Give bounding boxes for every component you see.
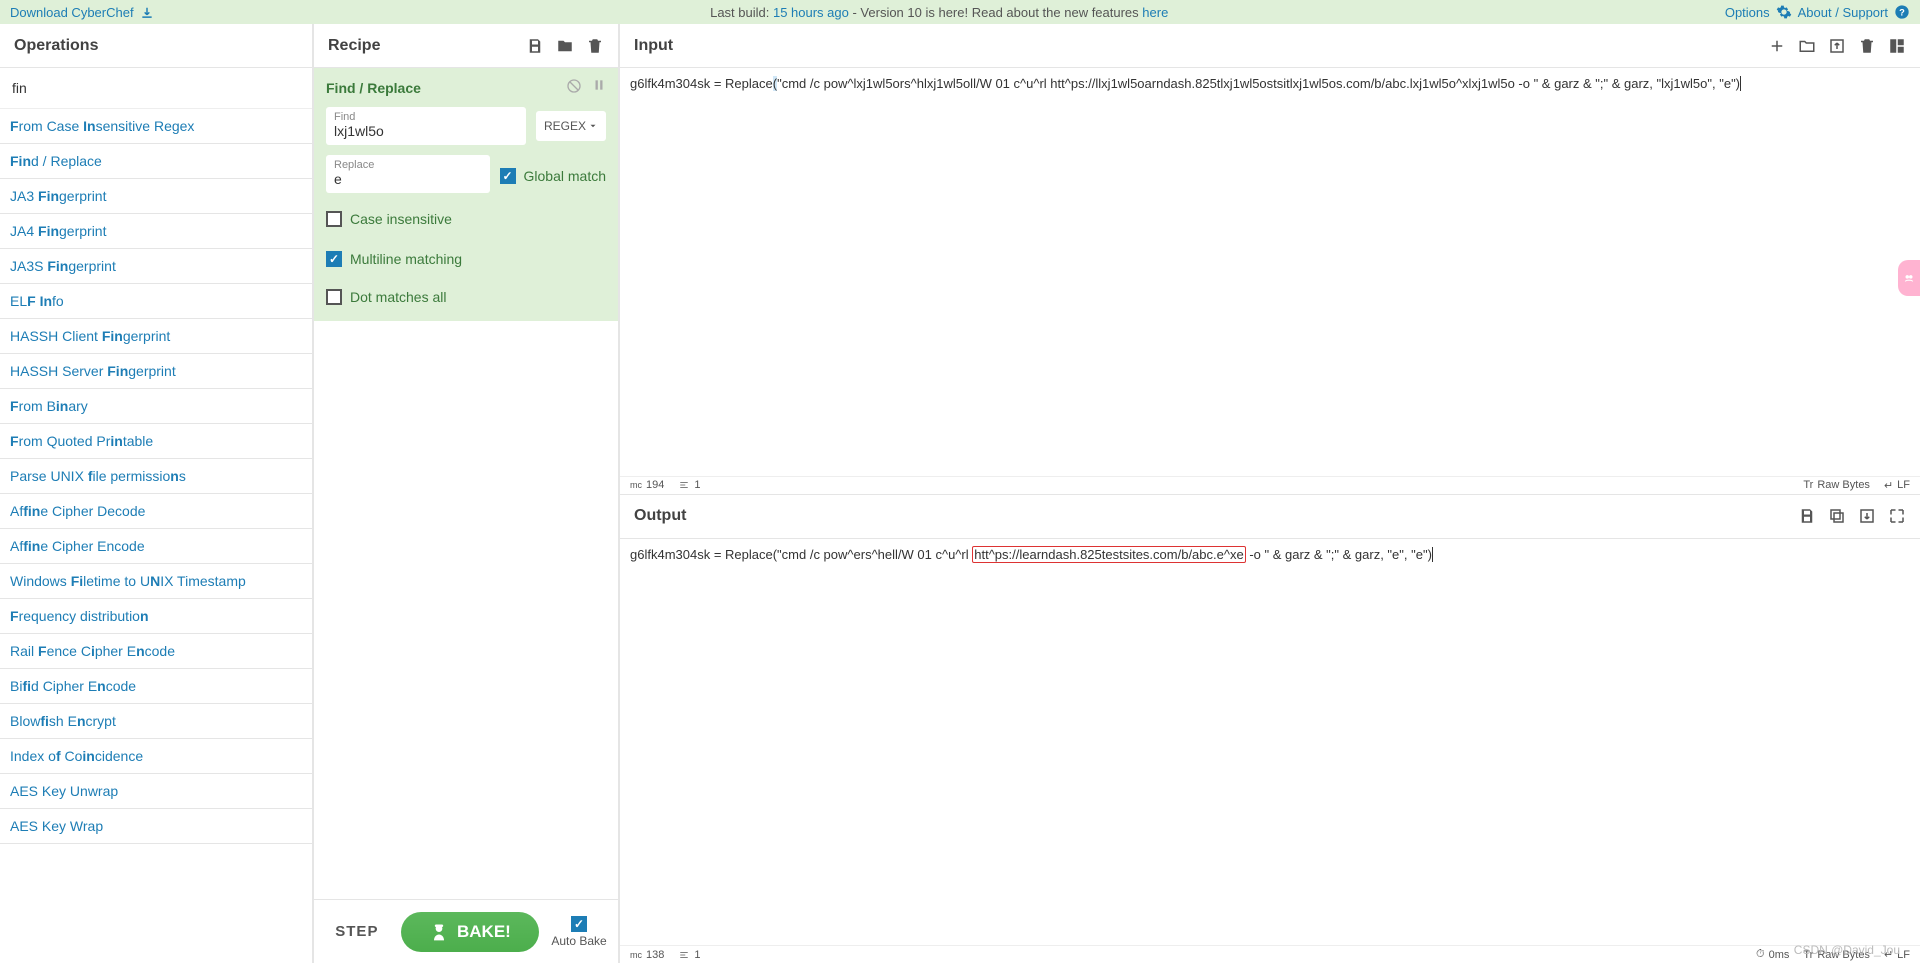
download-link[interactable]: Download CyberChef: [10, 5, 134, 20]
open-file-icon[interactable]: [1828, 37, 1846, 55]
here-link[interactable]: here: [1142, 5, 1168, 20]
operation-item[interactable]: Frequency distribution: [0, 599, 312, 634]
add-input-icon[interactable]: [1768, 37, 1786, 55]
operation-item[interactable]: AES Key Wrap: [0, 809, 312, 844]
pause-icon[interactable]: [592, 78, 606, 97]
toggle-layout-icon[interactable]: [1888, 37, 1906, 55]
operation-item[interactable]: AES Key Unwrap: [0, 774, 312, 809]
operation-item[interactable]: Index of Coincidence: [0, 739, 312, 774]
copy-output-icon[interactable]: [1828, 507, 1846, 525]
multiline-checkbox[interactable]: [326, 251, 342, 267]
operation-item[interactable]: Bifid Cipher Encode: [0, 669, 312, 704]
operation-item[interactable]: JA3 Fingerprint: [0, 179, 312, 214]
operation-item[interactable]: JA4 Fingerprint: [0, 214, 312, 249]
operation-item[interactable]: Affine Cipher Decode: [0, 494, 312, 529]
input-title: Input: [634, 37, 673, 55]
operations-list[interactable]: From Case Insensitive RegexFind / Replac…: [0, 109, 312, 963]
folder-icon[interactable]: [556, 37, 574, 55]
io-column: Input g6lfk4m304sk = Replace("cmd /c pow…: [620, 24, 1920, 963]
output-status-bar: mc 138 1 ⏱ 0ms Tr Raw Bytes ↵ LF: [620, 945, 1920, 963]
maximize-output-icon[interactable]: [1888, 507, 1906, 525]
output-title: Output: [634, 507, 686, 525]
operation-item[interactable]: ELF Info: [0, 284, 312, 319]
input-textarea[interactable]: g6lfk4m304sk = Replace("cmd /c pow^lxj1w…: [620, 68, 1920, 476]
open-folder-icon[interactable]: [1798, 37, 1816, 55]
operation-item[interactable]: HASSH Server Fingerprint: [0, 354, 312, 389]
clear-input-icon[interactable]: [1858, 37, 1876, 55]
build-info: Last build: 15 hours ago - Version 10 is…: [710, 5, 1168, 20]
replace-input-icon[interactable]: [1858, 507, 1876, 525]
operation-item[interactable]: From Quoted Printable: [0, 424, 312, 459]
output-textarea[interactable]: g6lfk4m304sk = Replace("cmd /c pow^ers^h…: [620, 539, 1920, 946]
about-link[interactable]: About / Support: [1798, 5, 1888, 20]
operation-item[interactable]: Find / Replace: [0, 144, 312, 179]
regex-dropdown[interactable]: REGEX: [536, 111, 606, 141]
recipe-title: Recipe: [328, 37, 380, 55]
svg-text:?: ?: [1899, 8, 1905, 18]
download-icon[interactable]: [140, 4, 154, 20]
operations-column: Operations From Case Insensitive RegexFi…: [0, 24, 314, 963]
operation-item[interactable]: JA3S Fingerprint: [0, 249, 312, 284]
gear-icon[interactable]: [1776, 4, 1792, 21]
chef-icon: [429, 922, 449, 942]
trash-icon[interactable]: [586, 37, 604, 55]
operation-item[interactable]: Parse UNIX file permissions: [0, 459, 312, 494]
save-output-icon[interactable]: [1798, 507, 1816, 525]
operation-item[interactable]: From Case Insensitive Regex: [0, 109, 312, 144]
search-input[interactable]: [10, 76, 302, 100]
global-match-checkbox[interactable]: [500, 168, 516, 184]
options-link[interactable]: Options: [1725, 5, 1770, 20]
find-input[interactable]: [334, 123, 518, 139]
build-time-link[interactable]: 15 hours ago: [773, 5, 849, 20]
dot-matches-checkbox[interactable]: [326, 289, 342, 305]
bake-button[interactable]: BAKE!: [401, 912, 539, 952]
operations-title: Operations: [14, 37, 98, 55]
autobake-label: Auto Bake: [551, 934, 606, 948]
operation-item[interactable]: Affine Cipher Encode: [0, 529, 312, 564]
input-encoding[interactable]: Tr Raw Bytes: [1803, 479, 1870, 491]
watermark: CSDN @David_Jou: [1794, 943, 1900, 957]
input-status-bar: mc 194 1 Tr Raw Bytes ↵ LF: [620, 476, 1920, 494]
disable-icon[interactable]: [566, 78, 582, 97]
operation-item[interactable]: Windows Filetime to UNIX Timestamp: [0, 564, 312, 599]
case-insensitive-checkbox[interactable]: [326, 211, 342, 227]
input-eol[interactable]: ↵ LF: [1884, 479, 1910, 492]
operation-item[interactable]: HASSH Client Fingerprint: [0, 319, 312, 354]
top-bar: Download CyberChef Last build: 15 hours …: [0, 0, 1920, 24]
chevron-down-icon: [588, 121, 598, 131]
step-button[interactable]: STEP: [325, 915, 388, 948]
replace-label: Replace: [334, 159, 482, 171]
recipe-column: Recipe Find / Replace Find: [314, 24, 620, 963]
operation-title: Find / Replace: [326, 80, 421, 96]
operation-find-replace: Find / Replace Find REGEX: [314, 68, 618, 321]
replace-input[interactable]: [334, 171, 482, 187]
help-icon[interactable]: ?: [1894, 4, 1910, 21]
find-label: Find: [334, 111, 518, 123]
save-recipe-icon[interactable]: [526, 37, 544, 55]
highlighted-url: htt^ps://learndash.825testsites.com/b/ab…: [972, 546, 1245, 563]
autobake-checkbox[interactable]: [571, 916, 587, 932]
operation-item[interactable]: Blowfish Encrypt: [0, 704, 312, 739]
feedback-tab[interactable]: [1898, 260, 1920, 296]
output-time: ⏱ 0ms: [1756, 948, 1789, 961]
operation-item[interactable]: From Binary: [0, 389, 312, 424]
operation-item[interactable]: Rail Fence Cipher Encode: [0, 634, 312, 669]
